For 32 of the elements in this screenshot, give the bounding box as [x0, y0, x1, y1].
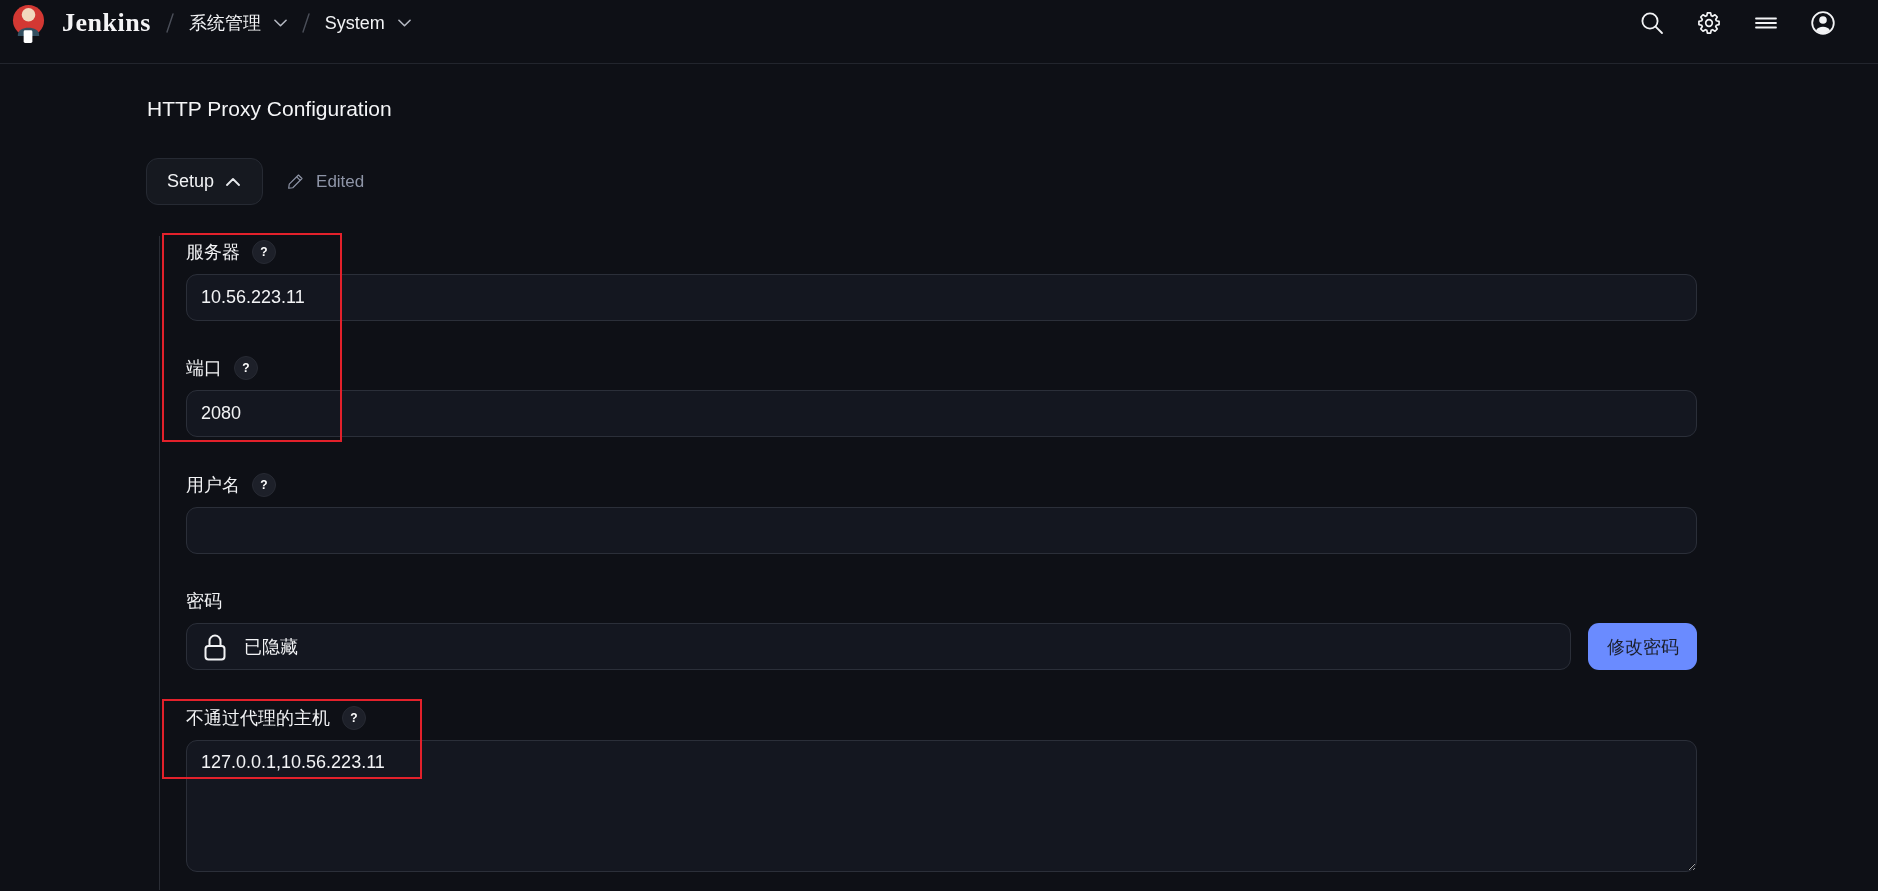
textarea-field[interactable]: 127.0.0.1,10.56.223.11	[186, 739, 1697, 872]
password-field[interactable]: 已隐藏	[186, 623, 1571, 671]
change-password-button[interactable]: 修改密码	[1588, 623, 1697, 671]
input-field[interactable]: 2080	[186, 390, 1697, 438]
section-heading: HTTP Proxy Configuration	[147, 97, 392, 121]
input-field[interactable]	[186, 506, 1697, 554]
field-label: 不通过代理的主机	[186, 706, 330, 730]
logo-icon[interactable]	[12, 2, 45, 44]
password-status-text: 已隐藏	[244, 635, 298, 659]
user-icon[interactable]	[1811, 11, 1835, 35]
field-label: 端口	[186, 357, 222, 381]
breadcrumb-separator-icon	[301, 13, 310, 33]
settings-icon[interactable]	[1697, 11, 1721, 35]
input-field[interactable]: 10.56.223.11	[186, 274, 1697, 321]
chevron-down-icon[interactable]	[273, 19, 287, 27]
help-button[interactable]: ?	[252, 472, 276, 497]
chevron-down-icon[interactable]	[397, 19, 411, 27]
brand-link[interactable]: Jenkins	[62, 8, 151, 38]
field-label: 服务器	[186, 241, 240, 264]
breadcrumb-link[interactable]: System	[324, 11, 385, 35]
setup-button[interactable]: Setup	[146, 158, 264, 205]
field-label: 用户名	[186, 473, 240, 497]
breadcrumb-link[interactable]: 系统管理	[188, 11, 261, 35]
help-button[interactable]: ?	[234, 356, 258, 381]
edited-status: Edited	[316, 171, 365, 192]
help-button[interactable]: ?	[342, 705, 366, 730]
pencil-icon	[287, 173, 305, 190]
search-icon[interactable]	[1640, 11, 1664, 35]
field-label: 密码	[186, 590, 222, 614]
help-button[interactable]: ?	[252, 240, 276, 264]
breadcrumb-separator-icon	[165, 13, 174, 33]
lock-icon	[204, 632, 226, 661]
